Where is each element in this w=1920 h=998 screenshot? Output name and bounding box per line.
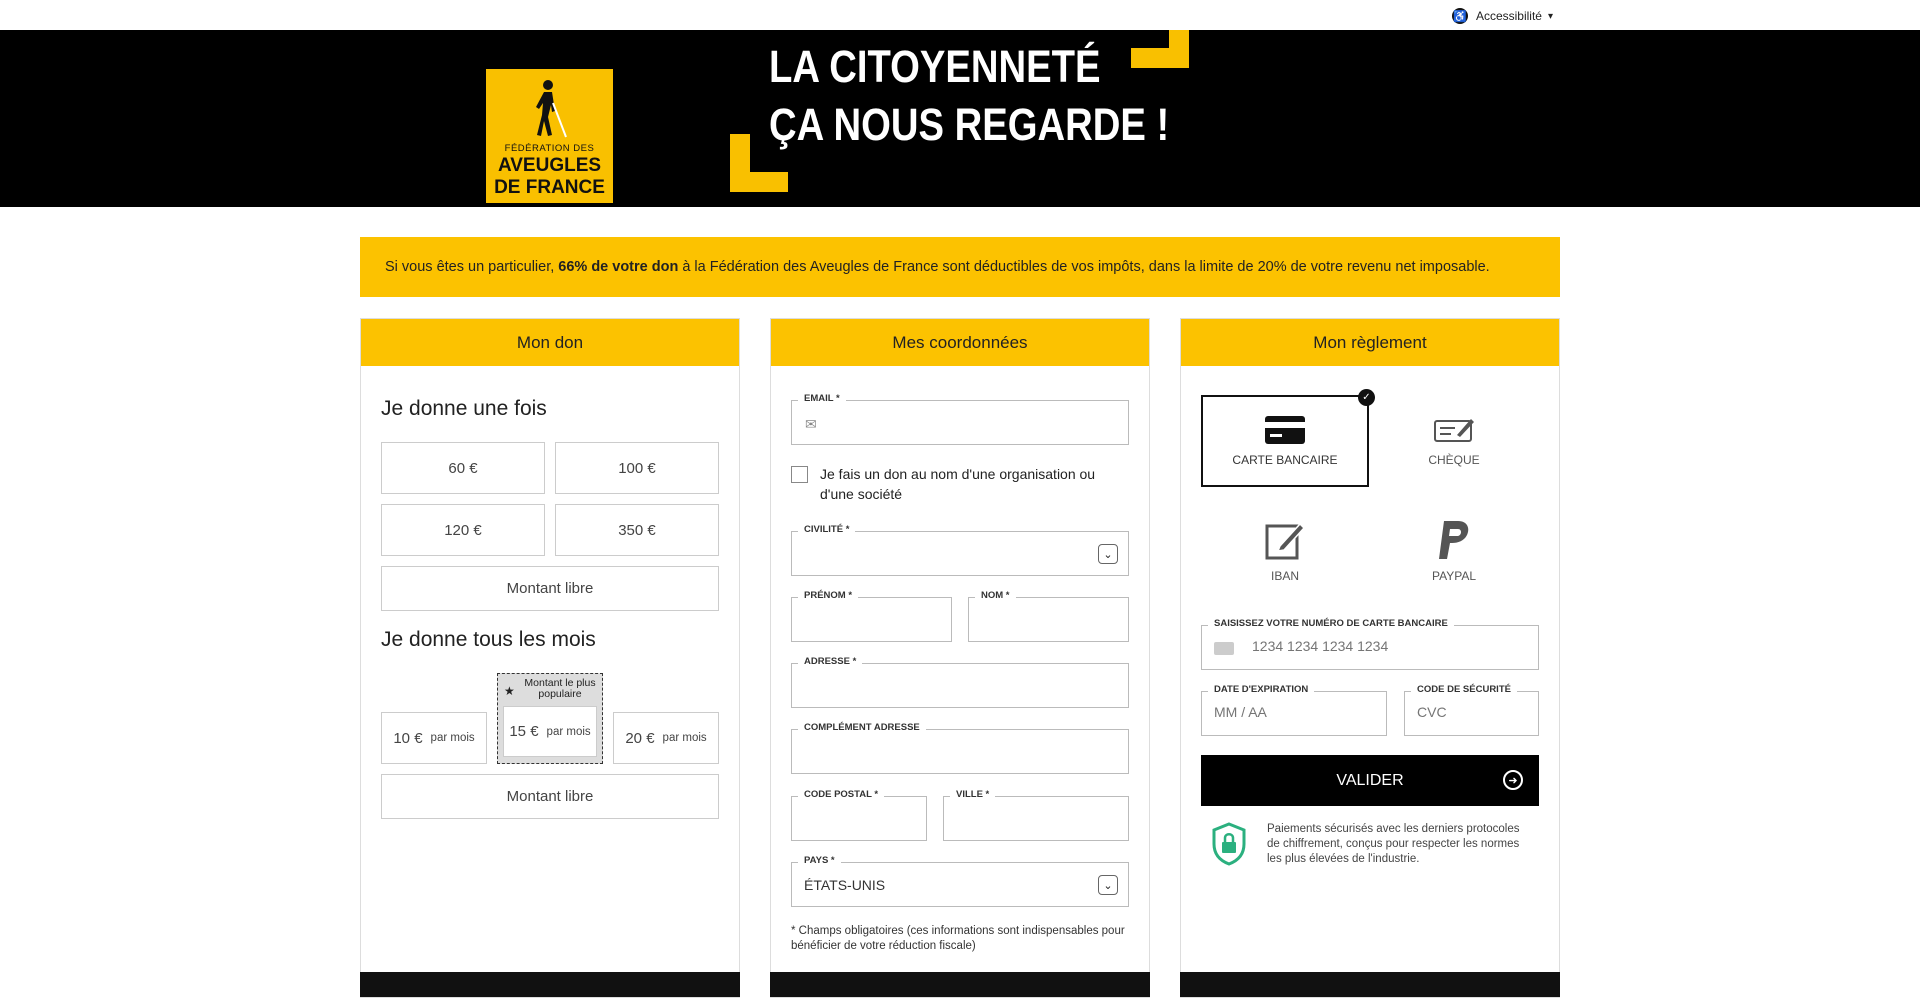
arrow-right-circle-icon: ➜ bbox=[1503, 770, 1523, 790]
submit-button[interactable]: VALIDER ➜ bbox=[1201, 755, 1539, 806]
code-postal-label: CODE POSTAL * bbox=[798, 789, 885, 800]
adresse-field[interactable]: ADRESSE * bbox=[791, 656, 1129, 708]
payment-cheque-option[interactable]: CHÈQUE bbox=[1370, 395, 1538, 487]
pays-label: PAYS * bbox=[798, 855, 841, 866]
organisation-checkbox-row[interactable]: Je fais un don au nom d'une organisation… bbox=[791, 464, 1131, 504]
pays-value: ÉTATS-UNIS bbox=[804, 877, 886, 893]
civilite-select[interactable]: CIVILITÉ * ⌄ bbox=[791, 524, 1129, 576]
one-time-title: Je donne une fois bbox=[381, 397, 547, 420]
star-icon: ★ bbox=[504, 684, 515, 698]
monthly-amount-10[interactable]: 10 € par mois bbox=[381, 712, 487, 764]
card-number-input[interactable] bbox=[1252, 638, 1522, 654]
monthly-amount-20[interactable]: 20 € par mois bbox=[613, 712, 719, 764]
organisation-checkbox-label: Je fais un don au nom d'une organisation… bbox=[820, 466, 1096, 502]
fdaf-logo[interactable]: FÉDÉRATION DES AVEUGLES DE FRANCE bbox=[486, 69, 613, 203]
blind-person-icon bbox=[536, 80, 567, 138]
expiry-input[interactable] bbox=[1214, 704, 1374, 720]
credit-card-icon bbox=[1265, 416, 1305, 444]
adresse-input[interactable] bbox=[804, 676, 1116, 692]
payment-card-option[interactable]: ✓ CARTE BANCAIRE bbox=[1201, 389, 1375, 487]
civilite-label: CIVILITÉ * bbox=[798, 524, 856, 535]
cvc-input[interactable] bbox=[1417, 704, 1526, 720]
logo-line-2: AVEUGLES DE FRANCE bbox=[494, 155, 605, 198]
secure-payment-text: Paiements sécurisés avec les derniers pr… bbox=[1267, 823, 1520, 865]
cvc-field[interactable]: CODE DE SÉCURITÉ bbox=[1404, 684, 1539, 736]
paypal-icon bbox=[1439, 521, 1469, 559]
expiry-field[interactable]: DATE D'EXPIRATION bbox=[1201, 684, 1387, 736]
amount-60[interactable]: 60 € bbox=[381, 442, 545, 494]
email-label: EMAIL * bbox=[798, 393, 846, 404]
shield-lock-icon bbox=[1212, 822, 1246, 866]
donation-column: Mon don Je donne une fois 60 € 100 € 120… bbox=[360, 318, 740, 998]
contact-header: Mes coordonnées bbox=[771, 319, 1149, 366]
pays-select[interactable]: PAYS * ÉTATS-UNIS ⌄ bbox=[791, 855, 1129, 907]
code-postal-field[interactable]: CODE POSTAL * bbox=[791, 789, 927, 841]
cvc-label: CODE DE SÉCURITÉ bbox=[1411, 684, 1517, 695]
nom-field[interactable]: NOM * bbox=[968, 590, 1129, 642]
accessibility-label: Accessibilité bbox=[1475, 9, 1542, 23]
payment-paypal-option[interactable]: PAYPAL bbox=[1370, 505, 1538, 597]
card-number-field[interactable]: SAISISSEZ VOTRE NUMÉRO DE CARTE BANCAIRE bbox=[1201, 618, 1539, 670]
top-bar: ♿ Accessibilité ▾ bbox=[0, 0, 1920, 30]
ville-field[interactable]: VILLE * bbox=[943, 789, 1129, 841]
chevron-down-icon: ▾ bbox=[1547, 10, 1553, 22]
amount-350[interactable]: 350 € bbox=[555, 504, 719, 556]
prenom-label: PRÉNOM * bbox=[798, 590, 859, 601]
adresse-label: ADRESSE * bbox=[798, 656, 863, 667]
mail-icon: ✉ bbox=[805, 416, 817, 432]
submit-label: VALIDER bbox=[1336, 771, 1404, 789]
ville-input[interactable] bbox=[956, 809, 1116, 825]
payment-card-label: CARTE BANCAIRE bbox=[1232, 453, 1338, 467]
banner-headline: LA CITOYENNETÉ ÇA NOUS REGARDE ! bbox=[769, 41, 1170, 150]
column-footer bbox=[770, 972, 1150, 997]
contact-column: Mes coordonnées EMAIL * ✉ Je fais un don… bbox=[770, 318, 1150, 998]
payment-iban-option[interactable]: IBAN bbox=[1201, 505, 1369, 597]
card-number-label: SAISISSEZ VOTRE NUMÉRO DE CARTE BANCAIRE bbox=[1208, 618, 1454, 629]
monthly-amount-15[interactable]: 15 € par mois bbox=[503, 706, 597, 757]
tax-notice: Si vous êtes un particulier, 66% de votre… bbox=[360, 237, 1560, 297]
logo-line-1: FÉDÉRATION DES bbox=[504, 143, 595, 154]
hero-banner: FÉDÉRATION DES AVEUGLES DE FRANCE LA CITO… bbox=[0, 30, 1920, 207]
ville-label: VILLE * bbox=[950, 789, 996, 800]
complement-adresse-field[interactable]: COMPLÉMENT ADRESSE bbox=[791, 722, 1129, 774]
popular-amount[interactable]: ★ Montant le plus populaire 15 € par mois bbox=[497, 673, 603, 764]
card-icon bbox=[1214, 642, 1234, 655]
organisation-checkbox[interactable] bbox=[791, 466, 808, 483]
accessibility-menu[interactable]: ♿ Accessibilité ▾ bbox=[1451, 8, 1553, 24]
popular-label: Montant le plus populaire bbox=[524, 677, 596, 700]
chevron-down-icon: ⌄ bbox=[1098, 544, 1118, 564]
chevron-down-icon: ⌄ bbox=[1098, 875, 1118, 895]
payment-cheque-label: CHÈQUE bbox=[1428, 453, 1480, 467]
email-field[interactable]: EMAIL * ✉ bbox=[791, 393, 1129, 445]
column-footer bbox=[1180, 972, 1560, 997]
expiry-label: DATE D'EXPIRATION bbox=[1208, 684, 1315, 695]
complement-adresse-label: COMPLÉMENT ADRESSE bbox=[798, 722, 926, 733]
email-input[interactable] bbox=[832, 413, 1112, 429]
required-fields-note: * Champs obligatoires (ces informations … bbox=[791, 925, 1125, 952]
free-amount-button[interactable]: Montant libre bbox=[381, 566, 719, 611]
payment-column: Mon règlement ✓ CARTE BANCAIRE CHÈQUE IB… bbox=[1180, 318, 1560, 998]
edit-icon bbox=[1265, 522, 1306, 560]
payment-header: Mon règlement bbox=[1181, 319, 1559, 366]
complement-adresse-input[interactable] bbox=[804, 742, 1116, 758]
payment-paypal-label: PAYPAL bbox=[1431, 569, 1477, 583]
secure-payment-note: Paiements sécurisés avec les derniers pr… bbox=[1211, 822, 1527, 867]
column-footer bbox=[360, 972, 740, 997]
monthly-title: Je donne tous les mois bbox=[381, 628, 596, 651]
nom-label: NOM * bbox=[975, 590, 1016, 601]
amount-100[interactable]: 100 € bbox=[555, 442, 719, 494]
cheque-icon bbox=[1434, 419, 1474, 442]
amount-120[interactable]: 120 € bbox=[381, 504, 545, 556]
payment-iban-label: IBAN bbox=[1270, 569, 1299, 583]
nom-input[interactable] bbox=[981, 610, 1116, 626]
monthly-free-amount-button[interactable]: Montant libre bbox=[381, 774, 719, 819]
prenom-field[interactable]: PRÉNOM * bbox=[791, 590, 952, 642]
prenom-input[interactable] bbox=[804, 610, 939, 626]
donation-header: Mon don bbox=[361, 319, 739, 366]
code-postal-input[interactable] bbox=[804, 809, 914, 825]
accessibility-icon: ♿ bbox=[1451, 8, 1468, 24]
